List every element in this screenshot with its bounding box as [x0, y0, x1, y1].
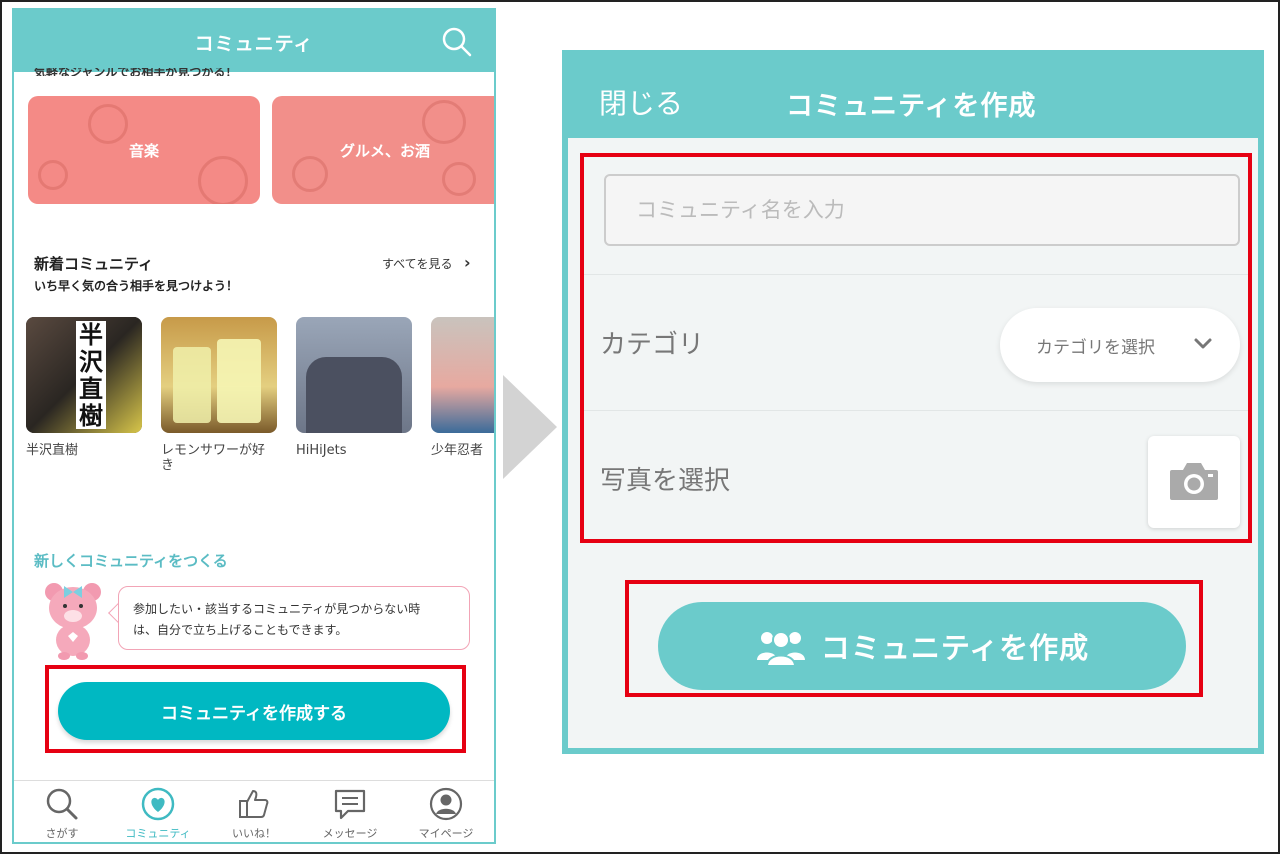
- category-card-music[interactable]: 音楽: [28, 96, 260, 204]
- see-all-link[interactable]: すべてを見る: [382, 255, 452, 272]
- close-button[interactable]: 閉じる: [599, 82, 683, 122]
- community-thumb[interactable]: [431, 317, 494, 433]
- decoration-icon: [38, 160, 68, 190]
- heart-icon: [141, 787, 175, 821]
- decoration-icon: [88, 104, 128, 144]
- tab-bar: さがす コミュニティ いいね！ メッセージ マイページ: [14, 780, 494, 842]
- tab-search[interactable]: さがす: [14, 787, 110, 841]
- highlight-box: [625, 580, 1203, 697]
- bubble-text: は、自分で立ち上げることもできます。: [133, 623, 348, 637]
- app-header: コミュニティ: [14, 10, 494, 72]
- section-title: 新着コミュニティ: [34, 255, 154, 273]
- community-name: 半沢直樹: [26, 443, 79, 458]
- create-section-heading: 新しくコミュニティをつくる: [34, 552, 228, 570]
- glass-image: [217, 339, 261, 423]
- thumbs-up-icon: [239, 790, 269, 818]
- community-thumb[interactable]: 半沢直樹: [26, 317, 142, 433]
- user-icon: [429, 787, 463, 821]
- search-icon: [46, 788, 78, 820]
- highlight-box: [580, 153, 1252, 543]
- category-card-gourmet[interactable]: グルメ、お酒: [272, 96, 494, 204]
- bubble-text: 参加したい・該当するコミュニティが見つからない時: [133, 602, 421, 616]
- community-thumb[interactable]: [161, 317, 277, 433]
- community-name: レモンサワーが好き: [161, 443, 266, 473]
- tab-label: マイページ: [418, 827, 474, 840]
- glass-image: [173, 347, 211, 423]
- section-subtitle: いち早く気の合う相手を見つけよう！: [34, 279, 239, 293]
- tab-community[interactable]: コミュニティ: [110, 787, 206, 841]
- search-icon[interactable]: [442, 27, 472, 57]
- tab-label: いいね！: [232, 827, 276, 840]
- community-thumb[interactable]: [296, 317, 412, 433]
- tab-messages[interactable]: メッセージ: [302, 787, 398, 841]
- tab-mypage[interactable]: マイページ: [398, 787, 494, 841]
- page-title: コミュニティ: [194, 33, 314, 55]
- modal-title: コミュニティを作成: [786, 91, 1037, 122]
- speech-bubble: 参加したい・該当するコミュニティが見つからない時 は、自分で立ち上げることもでき…: [118, 586, 470, 650]
- category-label: グルメ、お酒: [339, 141, 430, 160]
- category-label: 音楽: [128, 141, 159, 160]
- tab-label: メッセージ: [322, 827, 378, 840]
- highlight-box: [45, 665, 466, 753]
- tab-likes[interactable]: いいね！: [206, 787, 302, 841]
- group-photo: [306, 357, 402, 433]
- chevron-right-icon[interactable]: ›: [464, 253, 471, 272]
- community-name: HiHiJets: [296, 443, 347, 458]
- modal-header: 閉じる コミュニティを作成: [568, 56, 1258, 138]
- decoration-icon: [442, 162, 476, 196]
- decoration-icon: [422, 100, 466, 144]
- decoration-icon: [292, 156, 328, 192]
- transition-arrow: [503, 375, 557, 479]
- bear-mascot-icon: [45, 583, 101, 660]
- community-name: 少年忍者: [431, 443, 484, 458]
- section-caption: 気軽なジャンルでお相手が見つかる！: [34, 68, 238, 76]
- message-icon: [334, 789, 366, 820]
- tab-label: さがす: [45, 827, 79, 840]
- decoration-icon: [198, 156, 248, 204]
- poster-title: 半沢直樹: [76, 321, 106, 429]
- tab-label: コミュニティ: [125, 827, 191, 840]
